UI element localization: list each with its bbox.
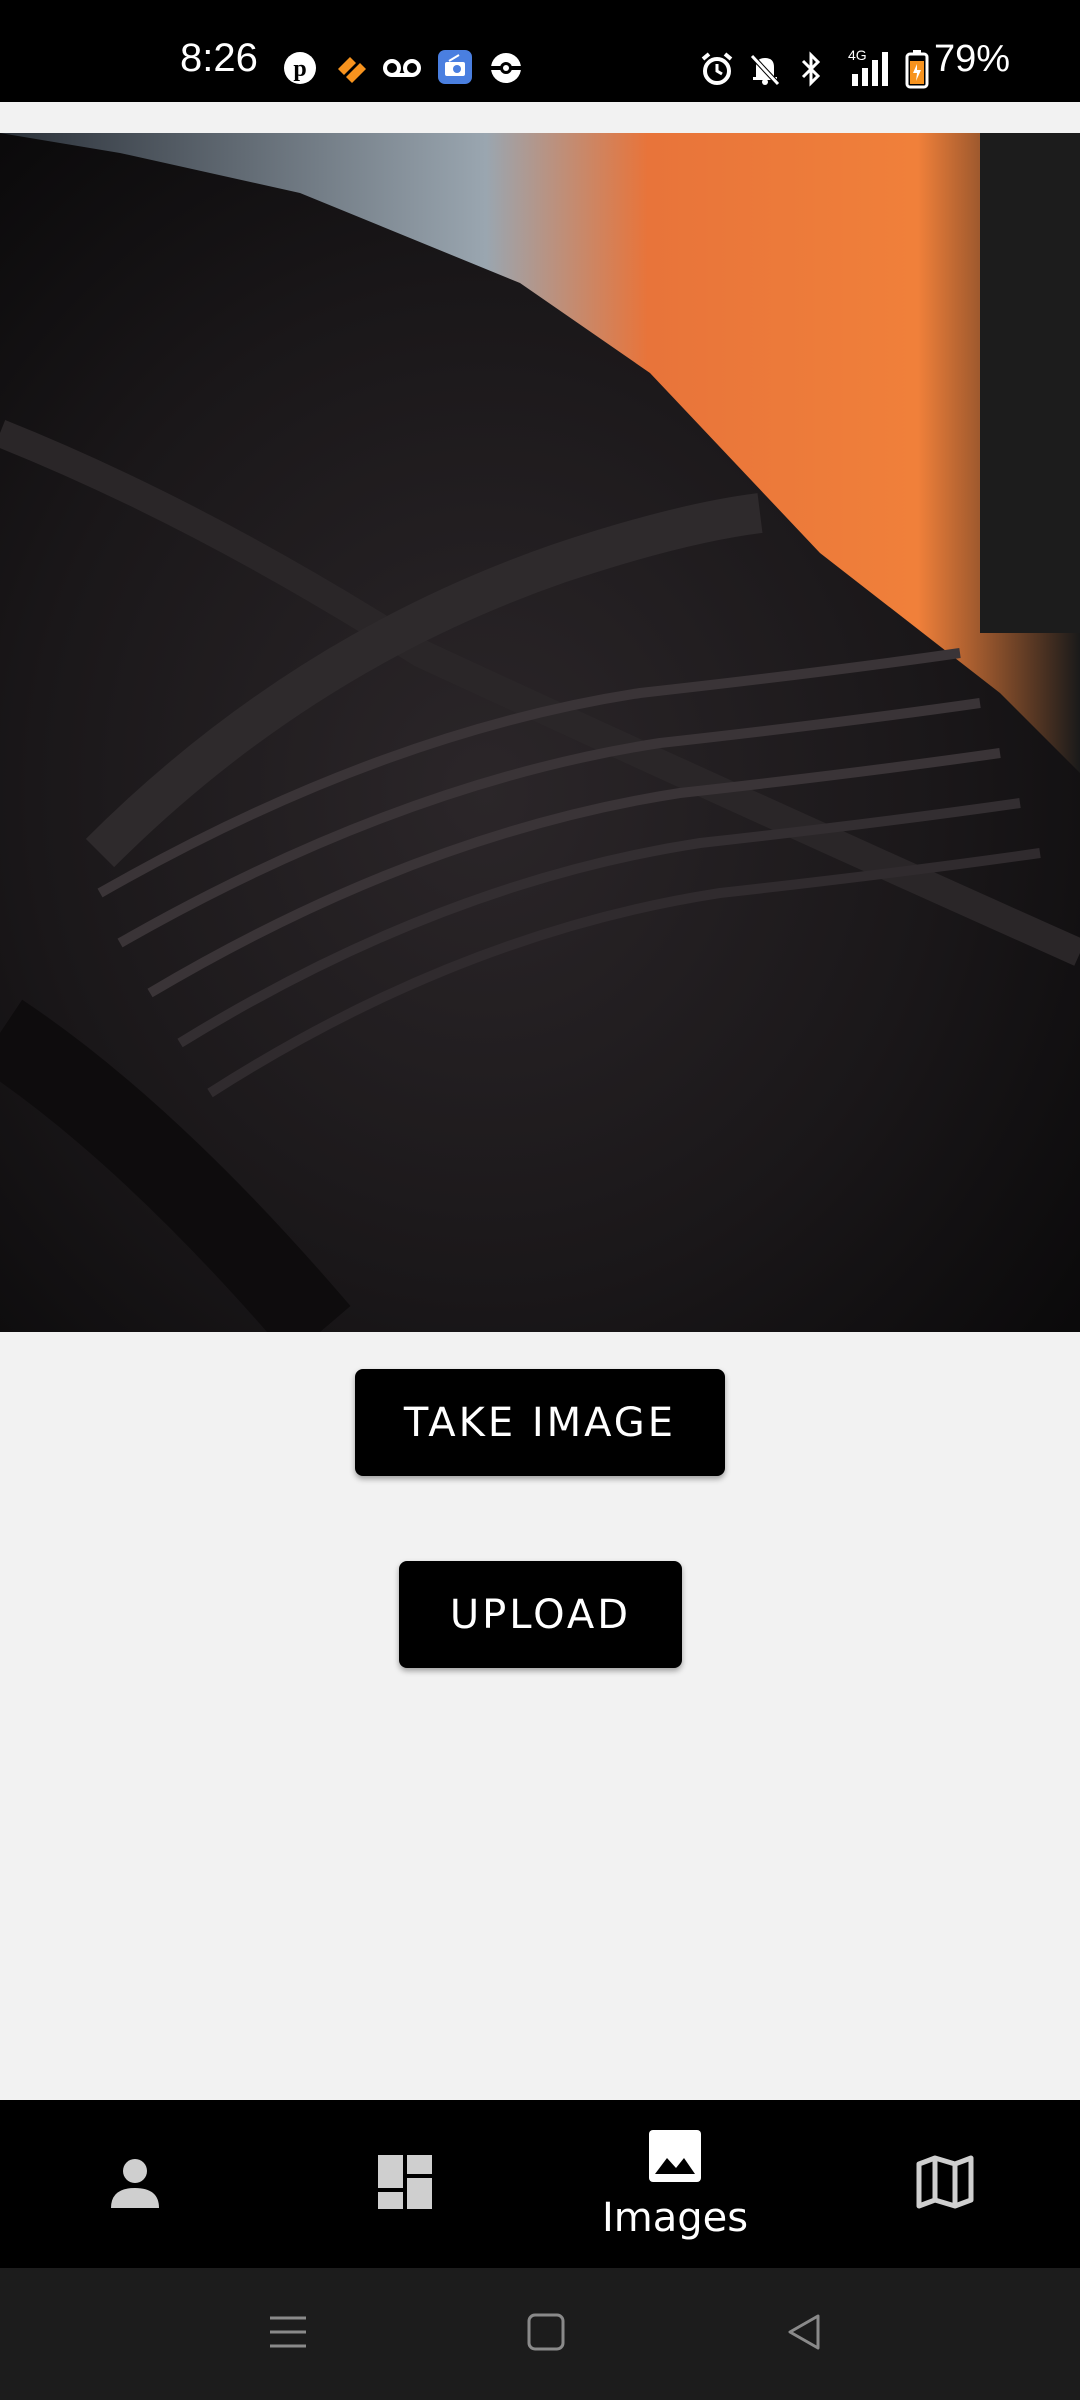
menu-lines-icon bbox=[266, 2312, 310, 2357]
person-icon bbox=[105, 2152, 165, 2217]
nav-item-profile[interactable] bbox=[0, 2100, 270, 2268]
home-button[interactable] bbox=[514, 2302, 578, 2366]
mute-bell-icon bbox=[746, 50, 784, 88]
take-image-button[interactable]: TAKE IMAGE bbox=[355, 1369, 725, 1476]
system-navigation-bar bbox=[0, 2268, 1080, 2400]
image-icon bbox=[647, 2128, 703, 2189]
back-triangle-icon bbox=[784, 2312, 824, 2357]
svg-text:4G: 4G bbox=[848, 47, 867, 63]
recent-apps-button[interactable] bbox=[256, 2302, 320, 2366]
square-icon bbox=[526, 2312, 566, 2357]
back-button[interactable] bbox=[772, 2302, 836, 2366]
status-bar: 8:26 p 4G 79% bbox=[0, 0, 1080, 102]
battery-percent: 79% bbox=[934, 38, 1011, 80]
upload-button[interactable]: UPLOAD bbox=[399, 1561, 682, 1668]
pokeball-icon bbox=[488, 50, 524, 86]
signal-icon: 4G bbox=[846, 46, 896, 88]
app-screen: 8:26 p 4G 79% TAKE IMAGE UPLOAD Images bbox=[0, 0, 1080, 2400]
pinterest-icon: p bbox=[282, 50, 318, 86]
map-icon bbox=[915, 2152, 975, 2217]
nav-item-map[interactable] bbox=[810, 2100, 1080, 2268]
alarm-icon bbox=[698, 50, 736, 88]
nav-item-dashboard[interactable] bbox=[270, 2100, 540, 2268]
svg-text:p: p bbox=[293, 56, 306, 82]
bottom-navigation: Images bbox=[0, 2100, 1080, 2268]
voicemail-icon bbox=[382, 50, 422, 86]
bluetooth-icon bbox=[796, 50, 826, 88]
app-heart-icon bbox=[332, 50, 370, 86]
dashboard-icon bbox=[375, 2152, 435, 2217]
battery-icon bbox=[904, 48, 930, 90]
nav-item-images[interactable]: Images bbox=[540, 2100, 810, 2268]
photo-preview bbox=[0, 133, 1080, 1332]
radio-icon bbox=[436, 48, 474, 86]
status-time: 8:26 bbox=[180, 36, 258, 80]
nav-label-images: Images bbox=[601, 2194, 749, 2241]
